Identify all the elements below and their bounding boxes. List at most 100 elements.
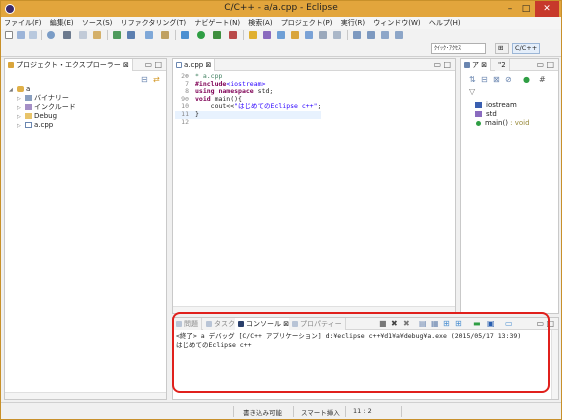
new-source-icon[interactable] — [127, 31, 135, 39]
new-folder-icon[interactable] — [161, 31, 169, 39]
open-element-icon[interactable] — [277, 31, 285, 39]
save-icon[interactable] — [17, 31, 25, 39]
tab-a-cpp[interactable]: a.cpp ⊠ — [173, 59, 216, 71]
new-class-icon[interactable] — [113, 31, 121, 39]
status-insert-mode: スマート挿入 — [301, 409, 340, 417]
console-highlight-annotation — [172, 312, 550, 393]
public-filter-icon[interactable]: ● — [523, 75, 530, 85]
menu-project[interactable]: プロジェクト(P) — [278, 17, 336, 29]
outline-item-namespace[interactable]: std — [475, 110, 530, 119]
expanded-arrow-icon[interactable]: ◢ — [9, 86, 17, 95]
maximize-view-icon[interactable]: □ — [546, 60, 554, 70]
outline-item-function-label: main() — [485, 119, 508, 127]
code-string: "はじめてのEclipse c++" — [234, 102, 318, 111]
search-icon[interactable] — [249, 31, 257, 39]
tab-project-explorer-label: プロジェクト・エクスプローラー — [16, 61, 121, 69]
folder-icon[interactable] — [93, 31, 101, 39]
collapse-all-icon[interactable]: ⊟ — [141, 75, 148, 85]
maximize-button[interactable]: □ — [519, 1, 533, 17]
link-editor-icon[interactable]: ⇄ — [153, 75, 160, 85]
outline-panel: ア ⊠ "2 ▭ □ ⇅ ⊟ ⊠ ⊘ ● # ▽ iostream std ma… — [460, 58, 559, 314]
includes-icon — [25, 104, 32, 110]
terminal-icon[interactable] — [79, 31, 87, 39]
tab-project-explorer[interactable]: プロジェクト・エクスプローラー ⊠ — [5, 59, 133, 71]
hide-static-icon[interactable]: ⊠ — [493, 75, 500, 85]
tree-item-project[interactable]: ◢ a — [9, 85, 76, 94]
menu-file[interactable]: ファイル(F) — [1, 17, 45, 29]
close-button[interactable]: ✕ — [535, 1, 559, 17]
tab-outline[interactable]: ア ⊠ — [461, 59, 492, 71]
outline-item-function[interactable]: main() : void — [475, 119, 530, 128]
build-icon[interactable] — [47, 31, 55, 39]
block-selection-icon[interactable] — [319, 31, 327, 39]
maximize-view-icon[interactable]: □ — [443, 60, 451, 70]
window-title: C/C++ - a/a.cpp - Eclipse — [224, 3, 338, 13]
main-toolbar — [1, 29, 561, 41]
minimize-view-icon[interactable]: ▭ — [536, 60, 544, 70]
toolbar-separator — [243, 30, 244, 40]
status-separator — [293, 406, 294, 417]
project-explorer-icon — [8, 62, 14, 68]
project-folder-icon — [17, 86, 24, 92]
save-all-icon[interactable] — [29, 31, 37, 39]
tab-a-cpp-label: a.cpp — [184, 61, 204, 69]
project-tree: ◢ a ▷ バイナリー ▷ インクルード ▷ Debug ▷ a.cpp — [9, 85, 76, 130]
menu-help[interactable]: ヘルプ(H) — [426, 17, 464, 29]
new-header-icon[interactable] — [145, 31, 153, 39]
coverage-icon[interactable] — [213, 31, 221, 39]
settings-icon[interactable] — [63, 31, 71, 39]
sort-icon[interactable]: ⇅ — [469, 75, 476, 85]
code-area[interactable]: 2⊕ * a.cpp 7 #include<iostream> 8 using nam… — [175, 72, 322, 126]
run-icon[interactable] — [197, 31, 205, 39]
outline-list: iostream std main() : void — [475, 101, 530, 128]
menu-navigate[interactable]: ナビゲート(N) — [191, 17, 243, 29]
view-menu-icon[interactable]: ▽ — [469, 87, 475, 97]
open-perspective-button[interactable]: ⊞ — [495, 43, 509, 54]
menu-refactor[interactable]: リファクタリング(T) — [118, 17, 189, 29]
cpp-file-icon — [25, 122, 32, 128]
new-file-icon[interactable] — [5, 31, 13, 39]
hide-nonpublic-icon[interactable]: ⊘ — [505, 75, 512, 85]
menu-source[interactable]: ソース(S) — [79, 17, 116, 29]
annotation-icon[interactable] — [291, 31, 299, 39]
menu-window[interactable]: ウィンドウ(W) — [370, 17, 423, 29]
outline-item-include[interactable]: iostream — [475, 101, 530, 110]
tree-item-includes[interactable]: ▷ インクルード — [9, 103, 76, 112]
menu-edit[interactable]: 編集(E) — [47, 17, 77, 29]
show-whitespace-icon[interactable] — [333, 31, 341, 39]
tree-item-debug[interactable]: ▷ Debug — [9, 112, 76, 121]
tree-item-a-cpp-label: a.cpp — [34, 121, 54, 129]
minimize-view-icon[interactable]: ▭ — [433, 60, 441, 70]
maximize-view-icon[interactable]: □ — [154, 60, 162, 70]
code-text: ; — [317, 102, 322, 111]
minimize-button[interactable]: – — [503, 1, 517, 17]
quick-access-input[interactable]: ｸｲｯｸ･ｱｸｾｽ — [431, 43, 486, 54]
binaries-icon — [25, 95, 32, 101]
code-text: cout<< — [195, 102, 235, 111]
vertical-scrollbar[interactable] — [551, 330, 558, 399]
code-text: std; — [253, 87, 274, 96]
prev-annotation-icon[interactable] — [367, 31, 375, 39]
tree-item-a-cpp[interactable]: ▷ a.cpp — [9, 121, 76, 130]
forward-icon[interactable] — [395, 31, 403, 39]
external-tools-icon[interactable] — [229, 31, 237, 39]
open-type-icon[interactable] — [263, 31, 271, 39]
horizontal-scrollbar[interactable] — [5, 392, 166, 399]
include-icon — [475, 102, 482, 108]
menu-search[interactable]: 検索(A) — [245, 17, 275, 29]
status-separator — [345, 406, 346, 417]
minimize-view-icon[interactable]: ▭ — [144, 60, 152, 70]
collapsed-arrow-icon[interactable]: ▷ — [17, 122, 25, 131]
tree-item-binaries[interactable]: ▷ バイナリー — [9, 94, 76, 103]
status-bar: 書き込み可能 スマート挿入 11 : 2 — [1, 402, 561, 419]
hide-fields-icon[interactable]: ⊟ — [481, 75, 488, 85]
status-separator — [401, 406, 402, 417]
debug-icon[interactable] — [181, 31, 189, 39]
hash-filter-icon[interactable]: # — [539, 75, 546, 85]
tab-overflow[interactable]: "2 — [495, 59, 510, 71]
next-annotation-icon[interactable] — [353, 31, 361, 39]
cpp-perspective-button[interactable]: C/C++ — [512, 43, 541, 54]
mark-occurrences-icon[interactable] — [305, 31, 313, 39]
back-icon[interactable] — [381, 31, 389, 39]
menu-run[interactable]: 実行(R) — [338, 17, 368, 29]
